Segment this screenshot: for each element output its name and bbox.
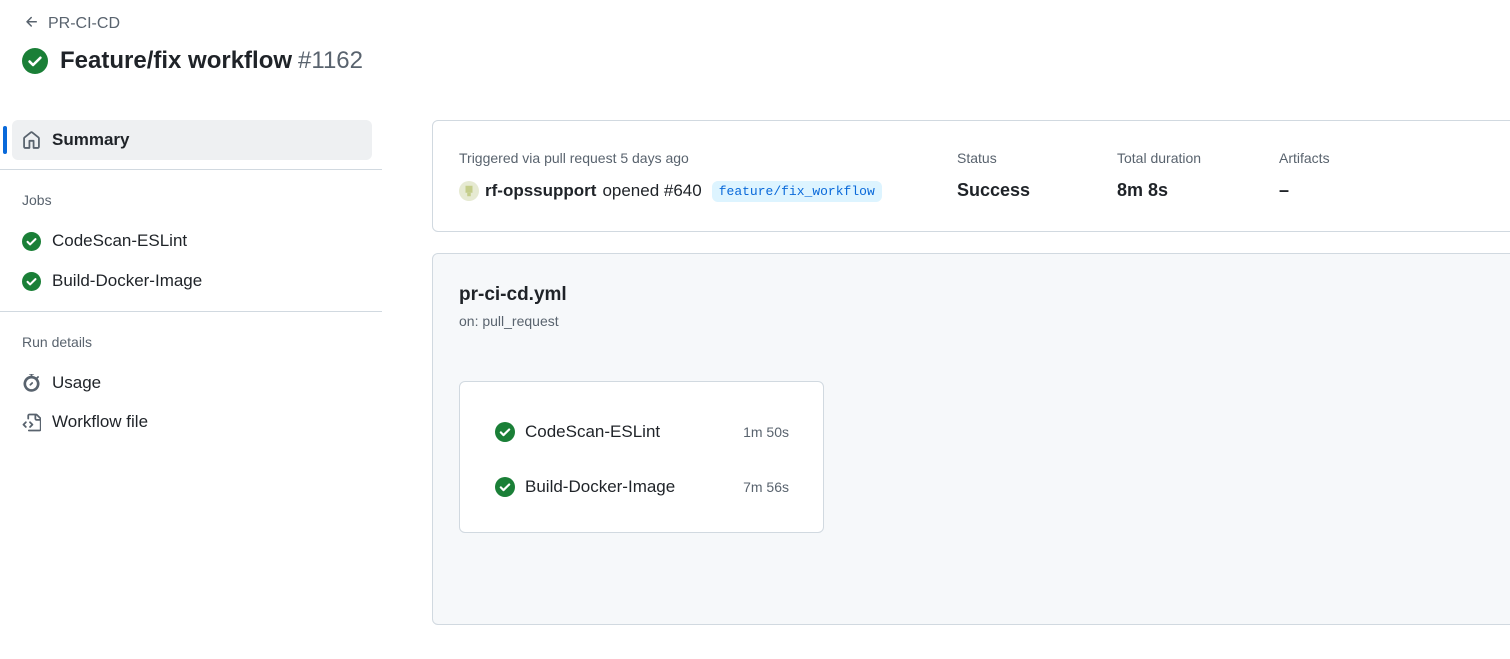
job-name: Build-Docker-Image (525, 477, 676, 496)
check-circle-icon (22, 231, 41, 251)
sidebar-item-label: Workflow file (52, 412, 149, 431)
check-circle-icon (22, 48, 48, 74)
divider (0, 311, 382, 312)
back-link-label: PR-CI-CD (48, 15, 120, 32)
avatar[interactable] (459, 181, 479, 201)
artifacts-value: – (1279, 180, 1290, 200)
run-details-heading: Run details (22, 334, 93, 350)
actor-link[interactable]: rf-opssupport (485, 181, 596, 201)
pr-action[interactable]: opened #640 (602, 181, 701, 201)
workflow-file-name[interactable]: pr-ci-cd.yml (459, 284, 567, 306)
divider (0, 169, 382, 170)
home-icon (22, 130, 41, 150)
stopwatch-icon (22, 373, 41, 393)
sidebar-item-job[interactable]: CodeScan-ESLint (22, 227, 187, 255)
check-circle-icon (22, 271, 41, 291)
artifacts-label: Artifacts (1279, 150, 1330, 166)
arrow-left-icon (24, 14, 40, 35)
run-summary-card: Triggered via pull request 5 days ago rf… (432, 120, 1510, 232)
job-node[interactable]: CodeScan-ESLint 1m 50s (495, 419, 795, 445)
run-title: Feature/fix workflow (60, 47, 293, 74)
sidebar-item-workflow-file[interactable]: Workflow file (22, 408, 148, 436)
job-name: CodeScan-ESLint (525, 422, 661, 441)
workflow-graph-card: pr-ci-cd.yml on: pull_request CodeScan-E… (432, 253, 1510, 625)
file-code-icon (22, 413, 41, 432)
job-duration: 1m 50s (743, 424, 789, 440)
duration-label: Total duration (1117, 150, 1202, 166)
check-circle-icon (495, 477, 515, 497)
run-number: #1162 (298, 47, 364, 74)
active-indicator (3, 126, 7, 154)
status-value: Success (957, 180, 1031, 200)
sidebar-item-label: Summary (52, 130, 130, 149)
status-label: Status (957, 150, 997, 166)
jobs-group: CodeScan-ESLint 1m 50s Build-Docker-Imag… (459, 381, 824, 533)
duration-value: 8m 8s (1117, 180, 1169, 200)
jobs-heading: Jobs (22, 192, 52, 208)
back-link[interactable]: PR-CI-CD (24, 12, 120, 36)
sidebar-item-label: Usage (52, 373, 102, 392)
sidebar-item-job[interactable]: Build-Docker-Image (22, 267, 202, 295)
sidebar-item-label: Build-Docker-Image (52, 271, 203, 290)
branch-badge[interactable]: feature/fix_workflow (711, 180, 882, 202)
check-circle-icon (495, 422, 515, 442)
page-title: Feature/fix workflow #1162 (22, 45, 363, 77)
sidebar-item-label: CodeScan-ESLint (52, 231, 188, 250)
trigger-label: Triggered via pull request 5 days ago (459, 150, 689, 166)
trigger-actor: rf-opssupport opened #640 feature/fix_wo… (459, 179, 882, 203)
job-duration: 7m 56s (743, 479, 789, 495)
workflow-trigger: on: pull_request (459, 313, 559, 329)
job-node[interactable]: Build-Docker-Image 7m 56s (495, 474, 795, 500)
sidebar-item-usage[interactable]: Usage (22, 369, 101, 397)
sidebar-item-summary[interactable]: Summary (12, 120, 372, 160)
